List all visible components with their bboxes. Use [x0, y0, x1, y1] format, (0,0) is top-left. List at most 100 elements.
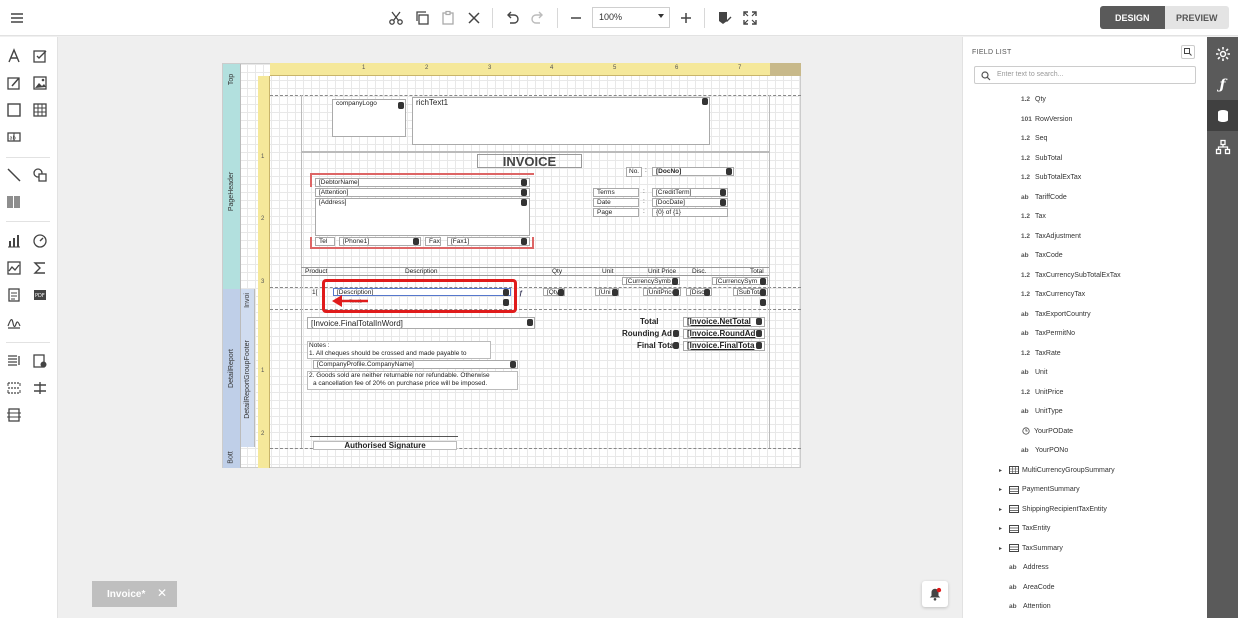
picture-tool-icon[interactable]	[29, 72, 51, 94]
column-header-total[interactable]: Total	[750, 268, 764, 276]
expand-arrow-icon[interactable]: ▸	[999, 525, 1002, 532]
undo-icon[interactable]	[500, 6, 524, 30]
field-group-item[interactable]: ▸ ShippingRecipientTaxEntity	[963, 500, 1208, 519]
field-list-item[interactable]: 1.2 TaxCurrencySubTotalExTax	[963, 266, 1208, 285]
cross-band-box-tool-icon[interactable]	[3, 404, 25, 426]
close-icon[interactable]: ✕	[157, 586, 167, 600]
field-group-item[interactable]: ▸ MultiCurrencyGroupSummary	[963, 461, 1208, 480]
paste-icon[interactable]	[436, 6, 460, 30]
sparkline-tool-icon[interactable]	[3, 257, 25, 279]
column-header-disc[interactable]: Disc.	[692, 268, 706, 276]
field-group-item[interactable]: ▸ TaxEntity	[963, 519, 1208, 538]
field-list-item[interactable]: 1.2 UnitPrice	[963, 383, 1208, 402]
attention-field[interactable]: [Attention]	[315, 188, 530, 197]
credit-term-field[interactable]: [CreditTerm]	[652, 188, 728, 197]
field-list-item[interactable]: ab AreaCode	[963, 578, 1208, 597]
preview-button[interactable]: PREVIEW	[1164, 6, 1229, 29]
field-list-item[interactable]: 101 RowVersion	[963, 110, 1208, 129]
field-list-item[interactable]: 1.2 SubTotalExTax	[963, 168, 1208, 187]
redo-icon[interactable]	[526, 6, 550, 30]
final-total-field[interactable]: [Invoice.FinalTota	[683, 341, 765, 351]
cross-band-tool-icon[interactable]	[29, 377, 51, 399]
notification-bell-icon[interactable]	[922, 581, 948, 607]
final-total-in-word-field[interactable]: [Invoice.FinalTotalInWord]	[307, 317, 535, 329]
fax-field[interactable]: [Fax1]	[447, 237, 530, 246]
character-comb-tool-icon[interactable]: ab	[3, 126, 25, 148]
barcode-tool-icon[interactable]	[3, 191, 25, 213]
band-group-footer[interactable]: DetailReportGroupFooter	[241, 311, 255, 447]
page-label[interactable]: Page	[593, 208, 639, 217]
field-list-item[interactable]: ab TariffCode	[963, 188, 1208, 207]
seq-field[interactable]: 1[	[312, 289, 317, 297]
expand-arrow-icon[interactable]: ▸	[999, 545, 1002, 552]
report-explorer-icon[interactable]	[1207, 131, 1238, 162]
signature-tool-icon[interactable]	[3, 311, 25, 333]
terms-label[interactable]: Terms	[593, 188, 639, 197]
gauge-tool-icon[interactable]	[29, 230, 51, 252]
expand-arrow-icon[interactable]: ▸	[999, 467, 1002, 474]
zoom-select[interactable]: 100%	[592, 7, 670, 28]
pdf-content-tool-icon[interactable]: PDF	[29, 284, 51, 306]
authorised-signature-label[interactable]: Authorised Signature	[313, 441, 457, 450]
richtext-tool-icon[interactable]	[3, 72, 25, 94]
expand-arrow-icon[interactable]: ▸	[999, 506, 1002, 513]
field-list-item[interactable]: 1.2 Tax	[963, 207, 1208, 226]
label-tool-icon[interactable]	[3, 45, 25, 67]
company-logo-picture[interactable]: companyLogo	[332, 99, 406, 137]
summary-tool-icon[interactable]	[29, 257, 51, 279]
field-list-item[interactable]: ab Address	[963, 558, 1208, 577]
doc-date-field[interactable]: [DocDate]	[652, 198, 728, 207]
round-adj-field[interactable]: [Invoice.RoundAd	[683, 329, 765, 339]
expand-arrow-icon[interactable]: ▸	[999, 486, 1002, 493]
address-field[interactable]: [Address]	[315, 198, 530, 236]
zoom-in-icon[interactable]	[674, 6, 698, 30]
column-header-qty[interactable]: Qty	[552, 268, 562, 276]
band-detail-report[interactable]: DetailReport	[223, 289, 241, 447]
field-list-item[interactable]: ab TaxCode	[963, 246, 1208, 265]
field-list-item[interactable]: 1.2 TaxAdjustment	[963, 227, 1208, 246]
cut-icon[interactable]	[384, 6, 408, 30]
field-list-item[interactable]: 1.2 Qty	[963, 90, 1208, 109]
copy-icon[interactable]	[410, 6, 434, 30]
add-calculated-field-icon[interactable]	[1181, 45, 1195, 59]
column-header-unit[interactable]: Unit	[602, 268, 614, 276]
band-top[interactable]: Top	[223, 64, 241, 94]
delete-icon[interactable]	[462, 6, 486, 30]
doc-no-field[interactable]: [DocNo]	[652, 167, 734, 176]
checkbox-tool-icon[interactable]	[29, 45, 51, 67]
database-icon[interactable]	[1207, 100, 1238, 131]
page-info-field[interactable]: {0} of {1}	[652, 208, 728, 217]
field-list-item[interactable]: YourPODate	[963, 422, 1208, 441]
field-list-item[interactable]: ab Unit	[963, 363, 1208, 382]
net-total-field[interactable]: [Invoice.NetTotal	[683, 317, 765, 327]
phone-field[interactable]: [Phone1]	[339, 237, 421, 246]
total-label[interactable]: Total	[640, 318, 659, 326]
invoice-title[interactable]: INVOICE	[477, 154, 582, 169]
debtor-name-field[interactable]: [DebtorName]	[315, 178, 530, 187]
toc-tool-icon[interactable]	[3, 350, 25, 372]
band-detail[interactable]: Invoi	[241, 289, 255, 311]
field-list-item[interactable]: 1.2 SubTotal	[963, 149, 1208, 168]
no-label[interactable]: No.	[626, 167, 643, 177]
field-list-item[interactable]: 1.2 TaxRate	[963, 344, 1208, 363]
field-list-item[interactable]: ab TaxPermitNo	[963, 324, 1208, 343]
line-tool-icon[interactable]	[3, 164, 25, 186]
validate-icon[interactable]	[712, 6, 736, 30]
gear-icon[interactable]	[1207, 38, 1238, 69]
field-group-item[interactable]: ▸ PaymentSummary	[963, 480, 1208, 499]
field-list-item[interactable]: ab UnitType	[963, 402, 1208, 421]
field-list-item[interactable]: ab TaxExportCountry	[963, 305, 1208, 324]
date-label[interactable]: Date	[593, 198, 639, 207]
chart-tool-icon[interactable]	[3, 230, 25, 252]
rounding-label[interactable]: Rounding Ad	[622, 330, 672, 338]
field-list-item[interactable]: 1.2 TaxCurrencyTax	[963, 285, 1208, 304]
rich-text-field[interactable]: richText1	[412, 97, 710, 145]
field-group-item[interactable]: ▸ TaxSummary	[963, 539, 1208, 558]
hamburger-menu-icon[interactable]	[5, 6, 29, 30]
company-name-field[interactable]: [CompanyProfile.CompanyName]	[313, 360, 518, 369]
field-list-item[interactable]: ab Attention	[963, 597, 1208, 616]
fullscreen-icon[interactable]	[738, 6, 762, 30]
field-search-input[interactable]: Enter text to search...	[974, 66, 1196, 84]
column-header-unit-price[interactable]: Unit Price	[648, 268, 676, 276]
page-break-tool-icon[interactable]	[3, 377, 25, 399]
